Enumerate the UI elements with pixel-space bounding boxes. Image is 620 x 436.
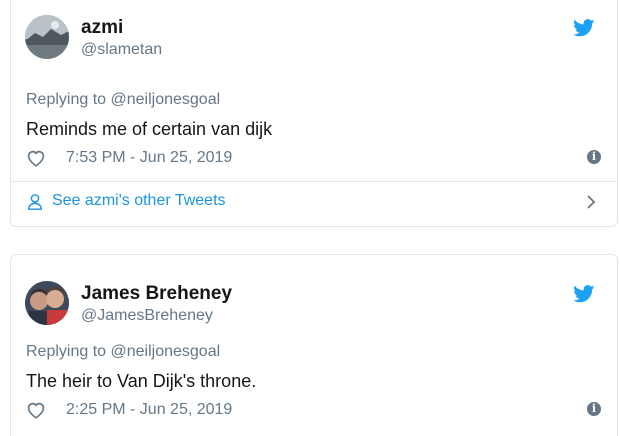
avatar[interactable]	[25, 281, 69, 325]
heart-icon[interactable]	[26, 401, 46, 419]
see-other-tweets-link[interactable]: See azmi's other Tweets	[26, 191, 601, 215]
twitter-bird-icon[interactable]	[573, 285, 595, 303]
author-name[interactable]: azmi	[81, 17, 123, 39]
tweet-text: The heir to Van Dijk's throne.	[26, 371, 257, 391]
heart-icon[interactable]	[26, 149, 46, 167]
timestamp[interactable]: 7:53 PM - Jun 25, 2019	[66, 149, 232, 167]
tweet-header: azmi @slametan	[25, 15, 605, 67]
author-handle[interactable]: @JamesBreheney	[81, 307, 213, 325]
tweet-card: azmi @slametan Replying to @neiljonesgoa…	[10, 0, 618, 227]
chevron-right-icon[interactable]	[585, 194, 597, 210]
tweet-text: Reminds me of certain van dijk	[26, 119, 273, 139]
tweet-header: James Breheney @JamesBreheney	[25, 281, 605, 333]
info-icon[interactable]: i	[587, 402, 601, 416]
person-icon	[27, 194, 43, 210]
info-icon[interactable]: i	[587, 150, 601, 164]
replying-to[interactable]: Replying to @neiljonesgoal	[26, 91, 220, 109]
author-name[interactable]: James Breheney	[81, 283, 232, 305]
replying-to[interactable]: Replying to @neiljonesgoal	[26, 343, 220, 361]
timestamp[interactable]: 2:25 PM - Jun 25, 2019	[66, 401, 232, 419]
twitter-bird-icon[interactable]	[573, 19, 595, 37]
author-handle[interactable]: @slametan	[81, 41, 162, 59]
see-more-label[interactable]: See azmi's other Tweets	[52, 192, 226, 210]
divider	[11, 181, 617, 182]
avatar[interactable]	[25, 15, 69, 59]
tweet-meta: 2:25 PM - Jun 25, 2019 i	[26, 400, 601, 422]
tweet-card: James Breheney @JamesBreheney Replying t…	[10, 254, 618, 436]
tweet-meta: 7:53 PM - Jun 25, 2019 i	[26, 148, 601, 170]
